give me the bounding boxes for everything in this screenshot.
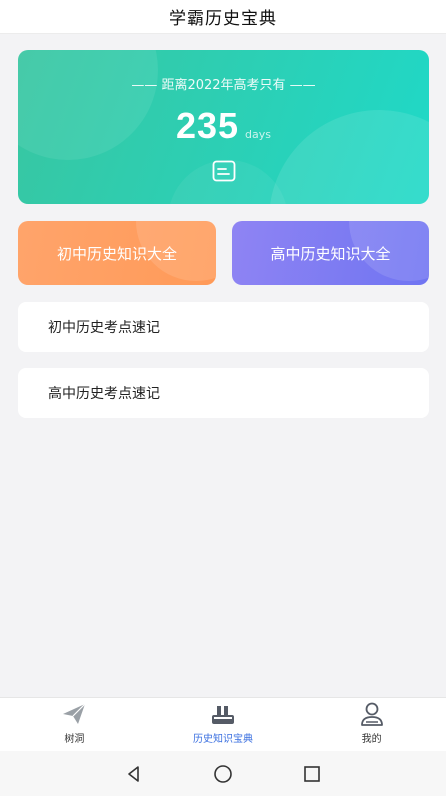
home-nav-button[interactable] (212, 763, 234, 785)
countdown-days-number: 235 (175, 105, 240, 146)
app-header: 学霸历史宝典 (0, 0, 446, 34)
junior-history-knowledge-button[interactable]: 初中历史知识大全 (18, 221, 216, 285)
senior-history-knowledge-button[interactable]: 高中历史知识大全 (232, 221, 429, 285)
list-item-senior-key-points[interactable]: 高中历史考点速记 (18, 368, 429, 418)
tab-label: 我的 (361, 734, 382, 745)
page-title: 学霸历史宝典 (169, 9, 277, 29)
list-item-label: 初中历史考点速记 (48, 320, 160, 336)
home-circle-icon (214, 764, 232, 783)
countdown-subtitle: —— 距离2022年高考只有 —— (131, 78, 316, 93)
tab-mine[interactable]: 我的 (297, 698, 446, 751)
books-icon (212, 706, 234, 724)
tab-label: 树洞 (64, 734, 85, 745)
recents-nav-button[interactable] (301, 763, 323, 785)
system-navigation-bar (0, 751, 446, 796)
countdown-days-unit: days (245, 128, 272, 141)
decor-circle (136, 221, 216, 281)
tab-history-knowledge[interactable]: 历史知识宝典 (149, 698, 298, 751)
calendar-icon[interactable] (212, 160, 236, 182)
recents-square-icon (303, 765, 320, 782)
decor-circle (349, 221, 429, 281)
tab-tree-hole[interactable]: 树洞 (0, 698, 149, 751)
back-nav-button[interactable] (123, 763, 145, 785)
countdown-row: 235 days (18, 105, 429, 147)
list-item-label: 高中历史考点速记 (48, 386, 160, 402)
paper-plane-icon (63, 703, 86, 724)
exam-countdown-card: —— 距离2022年高考只有 —— 235 days (18, 50, 429, 204)
tab-label: 历史知识宝典 (193, 734, 253, 745)
user-icon (360, 702, 383, 726)
back-triangle-icon (128, 765, 140, 782)
bottom-tab-bar: 树洞 历史知识宝典 我的 (0, 697, 446, 751)
list-item-junior-key-points[interactable]: 初中历史考点速记 (18, 302, 429, 352)
